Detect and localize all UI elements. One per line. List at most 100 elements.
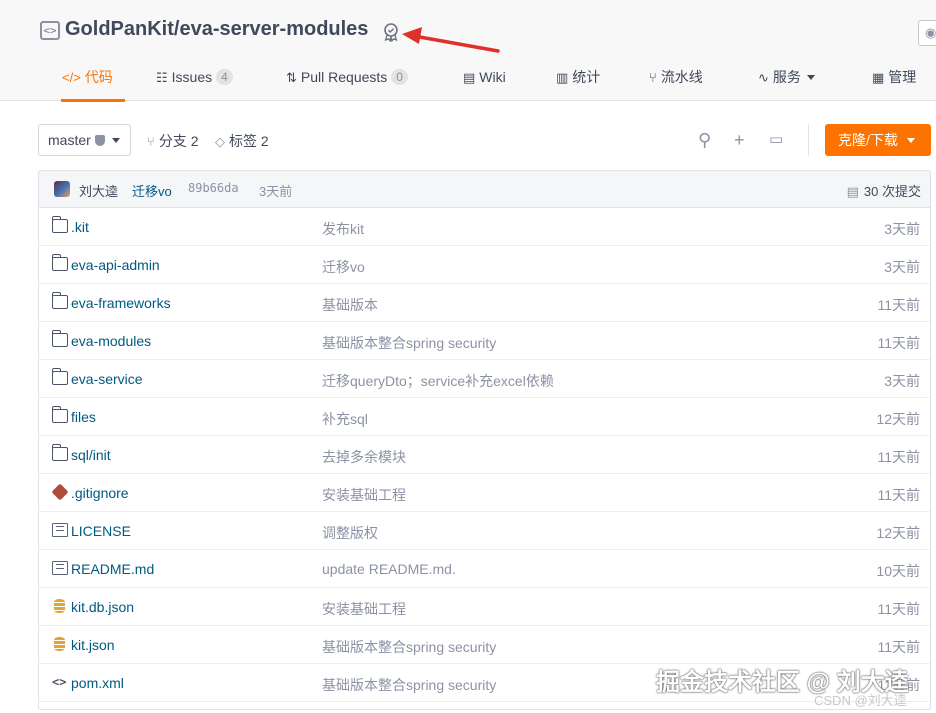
file-name[interactable]: eva-frameworks [71,295,171,311]
folder-icon [51,406,68,423]
file-commit-time: 3天前 [884,259,920,275]
file-commit-message[interactable]: 补充sql [322,409,368,429]
file-commit-time: 11天前 [877,601,920,617]
commit-hash[interactable]: 89b66da [188,181,239,195]
latest-commit-bar: 刘大逵 迁移vo 89b66da 3天前 ▤ 30 次提交 [39,171,930,208]
stats-icon: ▥ [556,70,569,85]
table-row[interactable]: kit.db.json 安装基础工程 11天前 [39,588,930,626]
red-arrow-annotation [402,27,500,53]
file-name[interactable]: eva-modules [71,333,151,349]
code-file-icon: <> [52,675,67,689]
file-name[interactable]: kit.json [71,637,115,653]
commit-count-link[interactable]: ▤ 30 次提交 [847,181,921,200]
file-name[interactable]: .gitignore [71,485,129,501]
tab-wiki[interactable]: ▤ Wiki [463,62,506,100]
pipeline-icon: ⑂ [649,70,657,85]
file-name[interactable]: kit.db.json [71,599,134,615]
chevron-down-icon [906,138,915,143]
folder-icon [51,216,68,233]
tab-services[interactable]: ∿ 服务 [758,62,815,100]
branch-select[interactable]: master [38,124,131,156]
document-icon [52,523,68,537]
web-ide-icon[interactable]: ▭ [769,130,783,150]
code-icon: </> [62,70,81,85]
file-commit-message[interactable]: 迁移vo [322,257,365,277]
table-row[interactable]: kit.json 基础版本整合spring security 11天前 [39,626,930,664]
chevron-down-icon [111,138,120,143]
award-badge-icon[interactable] [381,22,401,42]
file-commit-time: 3天前 [884,221,920,237]
tab-code[interactable]: </> 代码 [61,62,125,102]
folder-icon [51,368,68,385]
file-commit-message[interactable]: 基础版本整合spring security [322,333,496,353]
file-name[interactable]: sql/init [71,447,111,463]
tab-manage[interactable]: ▦ 管理 [872,62,916,100]
table-row[interactable]: README.md update README.md. 10天前 [39,550,930,588]
tab-stats[interactable]: ▥ 统计 [556,62,600,100]
file-list: 刘大逵 迁移vo 89b66da 3天前 ▤ 30 次提交 .kit 发布kit 3天… [38,170,931,710]
folder-icon [51,254,68,271]
table-row[interactable]: eva-service 迁移queryDto；service补充excel依赖 3天… [39,360,930,398]
table-row[interactable]: eva-frameworks 基础版本 11天前 [39,284,930,322]
clone-download-button[interactable]: 克隆/下载 [825,124,931,156]
file-commit-time: 11天前 [877,487,920,503]
wiki-icon: ▤ [463,70,476,85]
chevron-down-icon [806,75,815,80]
file-commit-message[interactable]: 调整版权 [322,523,378,543]
file-commit-time: 12天前 [876,411,920,427]
file-name[interactable]: eva-api-admin [71,257,160,273]
file-commit-message[interactable]: update README.md. [322,561,456,577]
file-name[interactable]: eva-service [71,371,143,387]
table-row[interactable]: sql/init 去掉多余模块 11天前 [39,436,930,474]
file-name[interactable]: LICENSE [71,523,131,539]
file-commit-message[interactable]: 基础版本 [322,295,378,315]
table-row[interactable]: eva-api-admin 迁移vo 3天前 [39,246,930,284]
file-commit-message[interactable]: 发布kit [322,219,364,239]
branches-link[interactable]: ⑂ 分支 2 [147,131,199,151]
folder-icon [51,444,68,461]
tags-link[interactable]: ◇ 标签 2 [215,131,269,151]
file-commit-time: 11天前 [877,449,920,465]
file-name[interactable]: pom.xml [71,675,124,691]
file-commit-message[interactable]: 安装基础工程 [322,485,406,505]
tab-pipeline[interactable]: ⑂ 流水线 [649,62,703,100]
table-row[interactable]: files 补充sql 12天前 [39,398,930,436]
table-row[interactable]: eva-modules 基础版本整合spring security 11天前 [39,322,930,360]
issues-icon: ☷ [156,70,168,85]
commits-icon: ▤ [846,184,859,199]
commit-message[interactable]: 迁移vo [132,181,172,200]
repo-header: <> GoldPanKit/eva-server-modules ◉ </> 代码… [0,0,936,102]
file-commit-message[interactable]: 安装基础工程 [322,599,406,619]
table-row[interactable]: .kit 发布kit 3天前 [39,208,930,246]
file-commit-message[interactable]: 去掉多余模块 [322,447,406,467]
toolbar-divider [808,124,809,156]
file-commit-message[interactable]: 迁移queryDto；service补充excel依赖 [322,371,554,391]
search-icon[interactable]: ⚲ [698,130,711,150]
file-commit-time: 11天前 [877,297,920,313]
file-commit-message[interactable]: 基础版本整合spring security [322,637,496,657]
service-icon: ∿ [758,70,769,85]
file-commit-time: 11天前 [877,639,920,655]
repo-title[interactable]: GoldPanKit/eva-server-modules [65,18,368,41]
protected-shield-icon [94,135,105,146]
code-repo-icon: <> [40,21,60,40]
add-icon[interactable]: + [734,130,745,150]
file-commit-message[interactable]: 基础版本整合spring security [322,675,496,695]
table-row[interactable]: .gitignore 安装基础工程 11天前 [39,474,930,512]
tab-pull-requests[interactable]: ⇅ Pull Requests 0 [286,62,408,100]
watch-button[interactable]: ◉ [918,20,936,46]
table-row[interactable]: LICENSE 调整版权 12天前 [39,512,930,550]
file-name[interactable]: README.md [71,561,154,577]
file-name[interactable]: files [71,409,96,425]
document-icon [52,561,68,575]
tag-icon: ◇ [215,134,225,149]
repo-toolbar: master ⑂ 分支 2 ◇ 标签 2 ⚲ + ▭ 克隆/下载 [0,124,936,158]
pull-request-icon: ⇅ [286,70,297,85]
tab-issues[interactable]: ☷ Issues 4 [156,62,233,100]
file-commit-time: 12天前 [876,525,920,541]
file-commit-time: 10天前 [876,563,920,579]
avatar[interactable] [54,181,70,197]
file-name[interactable]: .kit [71,219,89,235]
commit-author[interactable]: 刘大逵 [79,181,118,200]
manage-icon: ▦ [872,70,885,85]
